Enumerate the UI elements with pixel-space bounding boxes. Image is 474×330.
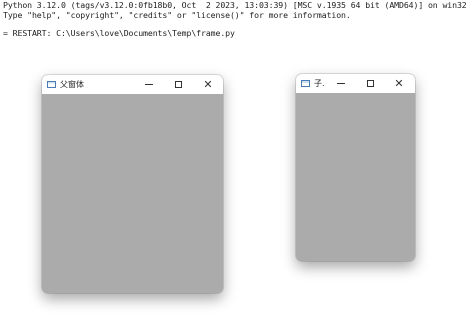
parent-window-titlebar[interactable]: 父窗体 ✕	[42, 75, 223, 94]
parent-window-title: 父窗体	[60, 80, 84, 89]
child-window-title: 子.	[314, 79, 325, 88]
maximize-icon	[366, 80, 374, 87]
child-window[interactable]: 子. ✕	[296, 74, 415, 261]
parent-minimize-button[interactable]	[135, 75, 163, 94]
maximize-icon	[174, 81, 182, 88]
child-window-titlebar[interactable]: 子. ✕	[296, 74, 415, 93]
parent-close-button[interactable]: ✕	[194, 75, 222, 94]
shell-line-banner: Python 3.12.0 (tags/v3.12.0:0fb18b0, Oct…	[3, 0, 467, 10]
window-app-icon	[301, 80, 310, 87]
parent-maximize-button[interactable]	[164, 75, 192, 94]
shell-line-restart: = RESTART: C:\Users\love\Documents\Temp\…	[3, 28, 235, 38]
parent-window-client-area	[42, 94, 223, 293]
minimize-icon	[145, 84, 153, 85]
child-window-client-area	[296, 93, 415, 261]
child-maximize-button[interactable]	[356, 74, 384, 93]
window-app-icon	[47, 81, 56, 88]
minimize-icon	[337, 83, 345, 84]
close-icon: ✕	[203, 78, 213, 91]
child-close-button[interactable]: ✕	[385, 74, 413, 93]
close-icon: ✕	[394, 77, 404, 90]
parent-window[interactable]: 父窗体 ✕	[42, 75, 223, 293]
shell-line-help: Type "help", "copyright", "credits" or "…	[3, 10, 351, 20]
child-minimize-button[interactable]	[327, 74, 355, 93]
